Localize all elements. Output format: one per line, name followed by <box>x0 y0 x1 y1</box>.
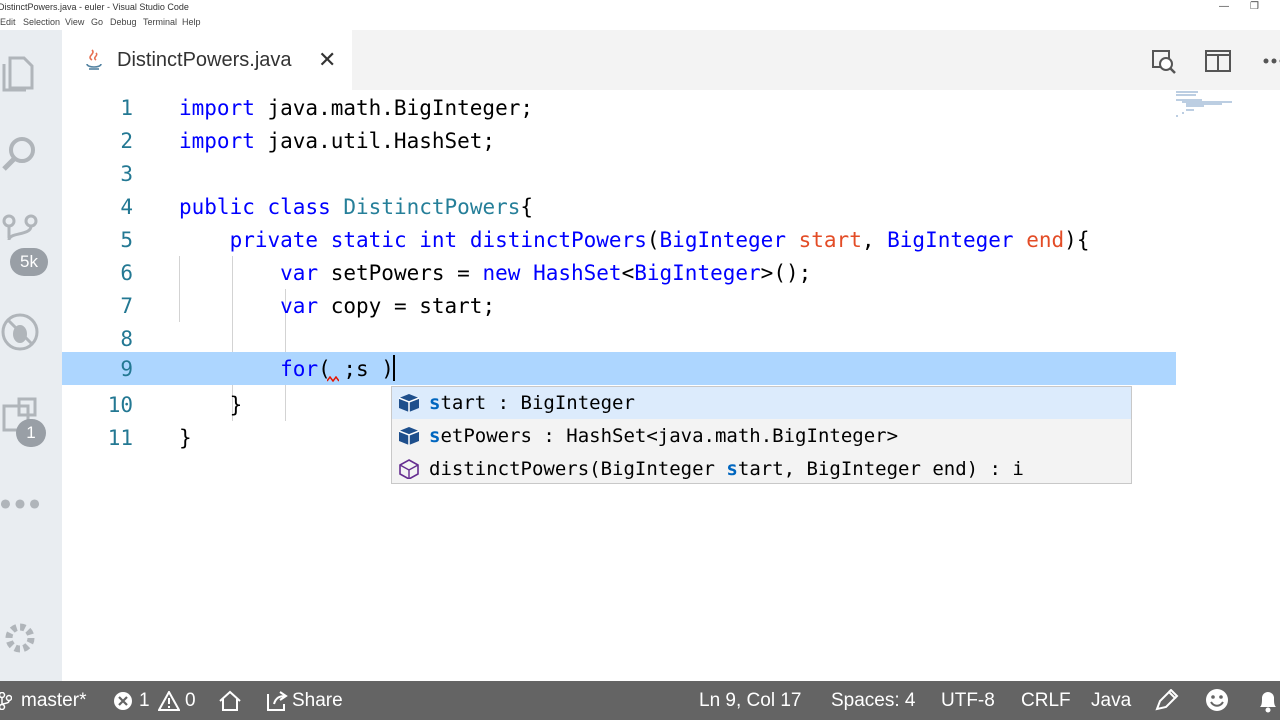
window-title: DistinctPowers.java - euler - Visual Stu… <box>0 2 189 12</box>
cursor-position[interactable]: Ln 9, Col 17 <box>699 690 801 712</box>
status-bar: master* 1 0 Share Ln 9, Col 17 Spaces: 4… <box>0 681 1280 720</box>
variable-icon <box>398 394 420 412</box>
code-line[interactable]: 7 var copy = start; <box>62 289 1176 322</box>
code-line-current[interactable]: 9 for( ;s ) <box>62 352 1176 385</box>
text-cursor <box>393 355 395 381</box>
suggestion-label: etPowers : HashSet<java.math.BigInteger> <box>440 425 899 447</box>
code-line[interactable]: 5 private static int distinctPowers(BigI… <box>62 223 1176 256</box>
line-number: 8 <box>120 327 133 351</box>
line-number: 11 <box>107 426 133 450</box>
autocomplete-suggestions: start : BigInteger setPowers : HashSet<j… <box>391 386 1132 484</box>
home-icon[interactable] <box>218 690 242 718</box>
tab-distinctpowers-java[interactable]: DistinctPowers.java ✕ <box>62 30 352 90</box>
menu-go[interactable]: Go <box>91 17 103 27</box>
encoding[interactable]: UTF-8 <box>941 690 995 712</box>
suggestion-item[interactable]: setPowers : HashSet<java.math.BigInteger… <box>392 420 1131 452</box>
code-line[interactable]: 2 import java.util.HashSet; <box>62 124 1176 157</box>
warning-count[interactable]: 0 <box>185 690 196 712</box>
debug-icon[interactable] <box>0 310 40 354</box>
indentation[interactable]: Spaces: 4 <box>831 690 916 712</box>
suggestion-match: s <box>726 458 738 480</box>
search-icon[interactable] <box>0 132 40 176</box>
suggestion-item[interactable]: distinctPowers(BigInteger start, BigInte… <box>392 453 1131 485</box>
extensions-badge: 1 <box>16 419 46 447</box>
settings-gear-icon[interactable] <box>0 616 40 660</box>
menu-debug[interactable]: Debug <box>110 17 137 27</box>
method-icon <box>399 459 419 479</box>
code-line[interactable]: 3 <box>62 157 1176 190</box>
git-branch-icon <box>0 691 13 716</box>
suggestion-label-prefix: distinctPowers(BigInteger <box>429 458 727 480</box>
line-number: 7 <box>120 294 133 318</box>
code-line[interactable]: 8 <box>62 322 1176 355</box>
code-line[interactable]: 4 public class DistinctPowers{ <box>62 190 1176 223</box>
explorer-icon[interactable] <box>0 50 40 94</box>
share-icon[interactable] <box>266 690 288 718</box>
variable-icon <box>398 427 420 445</box>
menu-view[interactable]: View <box>65 17 84 27</box>
restore-button[interactable]: ❐ <box>1250 1 1259 12</box>
source-control-badge: 5k <box>10 248 48 276</box>
warning-icon[interactable] <box>157 689 181 717</box>
line-number: 5 <box>120 228 133 252</box>
minimap[interactable] <box>1176 90 1280 130</box>
feedback-smiley-icon[interactable] <box>1205 688 1229 718</box>
split-editor-icon[interactable] <box>1203 46 1233 76</box>
code-line[interactable]: 1 import java.math.BigInteger; <box>62 91 1176 124</box>
line-number: 1 <box>120 96 133 120</box>
open-changes-icon[interactable] <box>1148 46 1178 76</box>
tab-close-button[interactable]: ✕ <box>318 47 336 73</box>
suggestion-item[interactable]: start : BigInteger <box>392 387 1131 419</box>
menu-terminal[interactable]: Terminal <box>143 17 177 27</box>
suggestion-label: tart, BigInteger end) : i <box>737 458 1024 480</box>
suggestion-match: s <box>429 392 441 414</box>
java-file-icon <box>84 48 104 77</box>
error-count[interactable]: 1 <box>139 690 150 712</box>
code-line[interactable]: 6 var setPowers = new HashSet<BigInteger… <box>62 256 1176 289</box>
tab-bar: DistinctPowers.java ✕ <box>62 30 1280 90</box>
tab-label: DistinctPowers.java <box>117 49 292 71</box>
git-branch[interactable]: master* <box>21 690 86 712</box>
menu-help[interactable]: Help <box>182 17 201 27</box>
line-number: 9 <box>120 357 133 381</box>
share-button[interactable]: Share <box>292 690 343 712</box>
error-squiggle <box>327 376 339 382</box>
activity-bar: 5k 1 <box>0 30 62 681</box>
line-number: 3 <box>120 162 133 186</box>
notifications-bell-icon[interactable] <box>1256 688 1280 720</box>
more-actions-icon[interactable] <box>1258 46 1280 76</box>
minimize-button[interactable]: — <box>1219 1 1229 12</box>
line-number: 10 <box>107 393 133 417</box>
line-number: 2 <box>120 129 133 153</box>
suggestion-match: s <box>429 425 441 447</box>
menu-edit[interactable]: Edit <box>0 17 16 27</box>
more-views-icon[interactable] <box>0 482 40 526</box>
error-icon[interactable] <box>113 691 133 717</box>
line-endings[interactable]: CRLF <box>1021 690 1071 712</box>
menu-selection[interactable]: Selection <box>23 17 60 27</box>
line-number: 4 <box>120 195 133 219</box>
title-bar: DistinctPowers.java - euler - Visual Stu… <box>0 0 1280 16</box>
line-number: 6 <box>120 261 133 285</box>
suggestion-label: tart : BigInteger <box>440 392 635 414</box>
tweet-feedback-icon[interactable] <box>1154 688 1180 719</box>
menu-bar: Edit Selection View Go Debug Terminal He… <box>0 16 1280 30</box>
language-mode[interactable]: Java <box>1091 690 1131 712</box>
